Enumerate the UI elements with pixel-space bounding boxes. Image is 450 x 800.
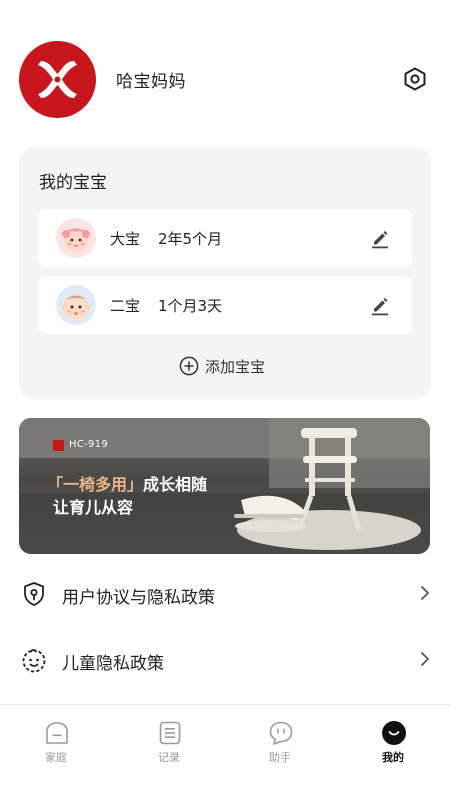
profile-icon bbox=[381, 720, 407, 746]
boy-baby-avatar-icon bbox=[56, 285, 96, 325]
tab-assistant[interactable]: 助手 bbox=[224, 705, 336, 785]
baby-row[interactable]: 大宝 2年5个月 bbox=[38, 209, 412, 267]
username: 哈宝妈妈 bbox=[116, 72, 186, 92]
baby-name: 大宝 bbox=[110, 230, 141, 248]
banner-model: HC-919 bbox=[69, 439, 108, 450]
chevron-right-icon bbox=[418, 650, 432, 668]
baby-age: 1个月3天 bbox=[158, 297, 223, 315]
my-babies-card: 我的宝宝 大宝 2年5个月 二宝 1个月3天 添加宝宝 bbox=[19, 147, 431, 399]
tab-label: 家庭 bbox=[45, 751, 67, 764]
menu-label: 用户协议与隐私政策 bbox=[62, 588, 215, 608]
baby-name: 二宝 bbox=[110, 297, 141, 315]
edit-icon[interactable] bbox=[369, 227, 391, 249]
tab-label: 记录 bbox=[158, 751, 180, 764]
tab-home[interactable]: 家庭 bbox=[0, 705, 112, 785]
banner-tagline-rest: 成长相随 bbox=[143, 475, 208, 494]
banner-tagline-highlight: 「一椅多用」 bbox=[47, 475, 144, 494]
child-face-icon bbox=[20, 646, 48, 674]
tab-label: 我的 bbox=[382, 751, 404, 764]
baby-row[interactable]: 二宝 1个月3天 bbox=[38, 276, 412, 334]
brand-mini-logo-icon bbox=[53, 440, 64, 451]
tab-label: 助手 bbox=[269, 751, 291, 764]
plus-circle-icon bbox=[179, 356, 199, 376]
tab-record[interactable]: 记录 bbox=[113, 705, 225, 785]
settings-icon[interactable] bbox=[402, 66, 428, 92]
tab-profile[interactable]: 我的 bbox=[337, 705, 449, 785]
menu-item-child-privacy[interactable]: 儿童隐私政策 bbox=[0, 627, 450, 693]
brand-logo-icon bbox=[38, 61, 77, 98]
home-icon bbox=[44, 720, 70, 746]
chat-icon bbox=[268, 720, 294, 746]
profile-header: 哈宝妈妈 bbox=[0, 0, 450, 135]
bottom-tab-bar: 家庭 记录 助手 我的 bbox=[0, 704, 450, 800]
menu-label: 儿童隐私政策 bbox=[62, 654, 164, 674]
add-baby-button[interactable]: 添加宝宝 bbox=[179, 355, 265, 377]
avatar[interactable] bbox=[19, 41, 96, 118]
girl-baby-avatar-icon bbox=[56, 218, 96, 258]
add-baby-label: 添加宝宝 bbox=[205, 357, 266, 376]
shield-icon bbox=[20, 580, 48, 608]
product-banner[interactable]: HC-919 「一椅多用」成长相随 让育儿从容 bbox=[19, 418, 430, 554]
menu-item-user-agreement[interactable]: 用户协议与隐私政策 bbox=[0, 561, 450, 627]
baby-age: 2年5个月 bbox=[158, 230, 223, 248]
banner-tagline-1: 「一椅多用」成长相随 bbox=[47, 471, 207, 495]
banner-tagline-2: 让育儿从容 bbox=[53, 498, 134, 517]
my-babies-title: 我的宝宝 bbox=[39, 173, 107, 193]
record-icon bbox=[157, 720, 183, 746]
chevron-right-icon bbox=[418, 584, 432, 602]
edit-icon[interactable] bbox=[369, 294, 391, 316]
